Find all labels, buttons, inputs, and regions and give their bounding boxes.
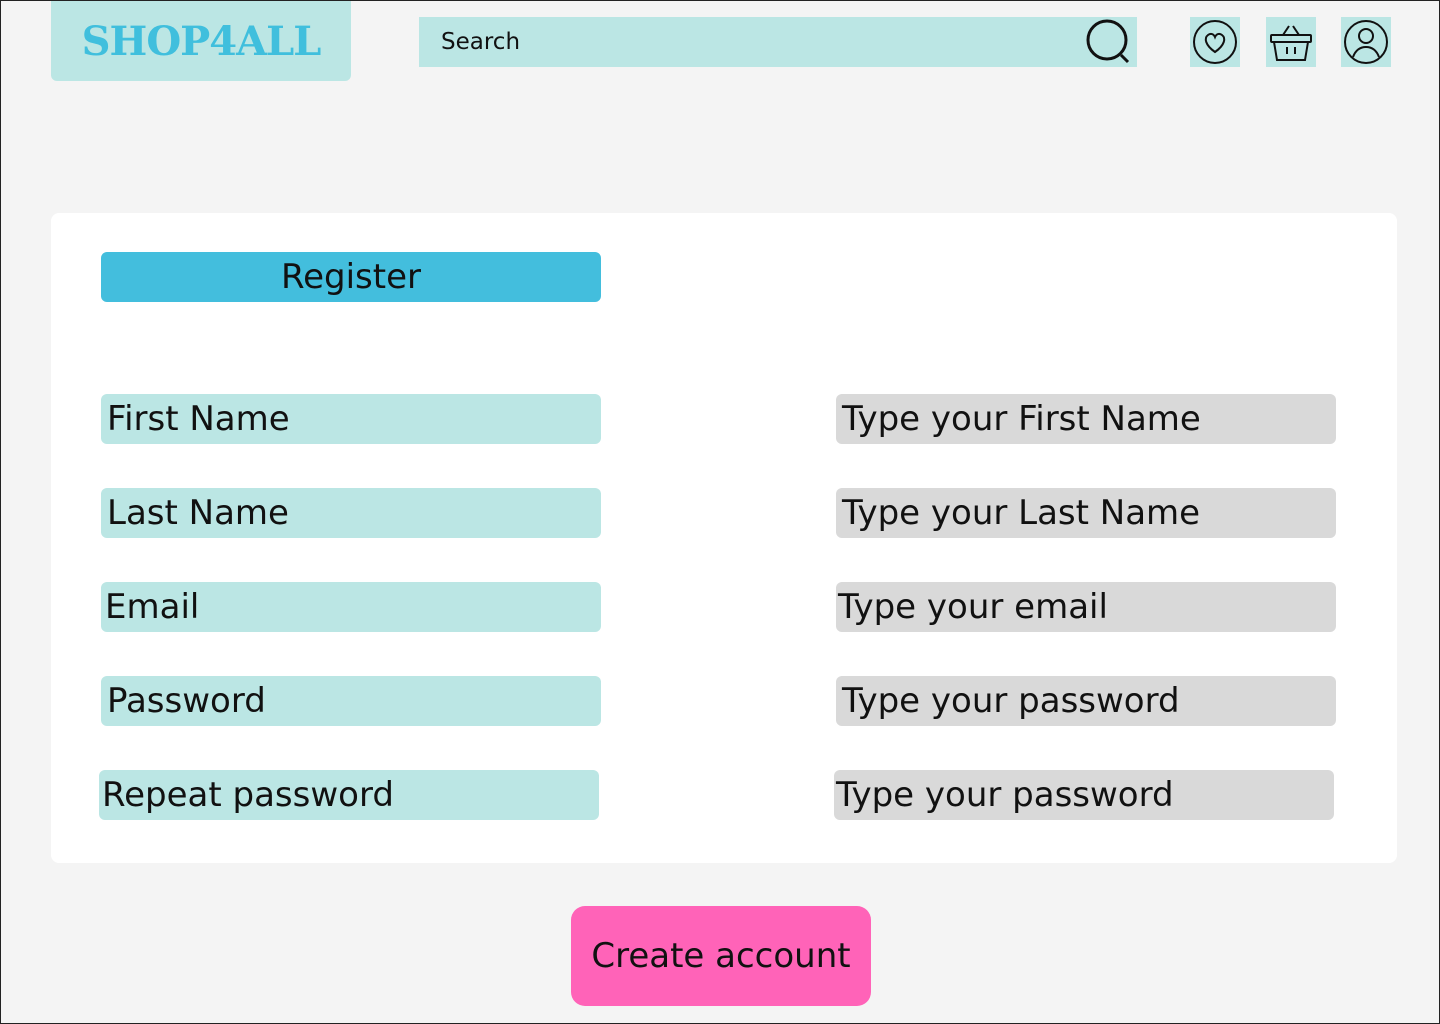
last-name-input[interactable]: Type your Last Name <box>836 488 1336 538</box>
register-card <box>51 213 1397 863</box>
password-label: Password <box>101 676 601 726</box>
search-icon[interactable] <box>1085 18 1135 66</box>
page: SHOP4ALL Search Register First Name Type… <box>0 0 1440 1024</box>
register-title: Register <box>101 252 601 302</box>
user-icon <box>1344 20 1388 64</box>
email-label: Email <box>101 582 601 632</box>
first-name-input[interactable]: Type your First Name <box>836 394 1336 444</box>
email-input[interactable]: Type your email <box>836 582 1336 632</box>
repeat-password-input[interactable]: Type your password <box>834 770 1334 820</box>
repeat-password-label: Repeat password <box>99 770 599 820</box>
account-button[interactable] <box>1341 17 1391 67</box>
logo[interactable]: SHOP4ALL <box>51 1 351 81</box>
search-input[interactable]: Search <box>441 29 520 55</box>
search-bar[interactable]: Search <box>419 17 1137 67</box>
heart-icon <box>1193 20 1237 64</box>
password-input[interactable]: Type your password <box>836 676 1336 726</box>
first-name-label: First Name <box>101 394 601 444</box>
logo-text: SHOP4ALL <box>81 17 322 65</box>
last-name-label: Last Name <box>101 488 601 538</box>
basket-icon <box>1270 25 1312 61</box>
create-account-button[interactable]: Create account <box>571 906 871 1006</box>
wishlist-button[interactable] <box>1190 17 1240 67</box>
cart-button[interactable] <box>1266 17 1316 67</box>
